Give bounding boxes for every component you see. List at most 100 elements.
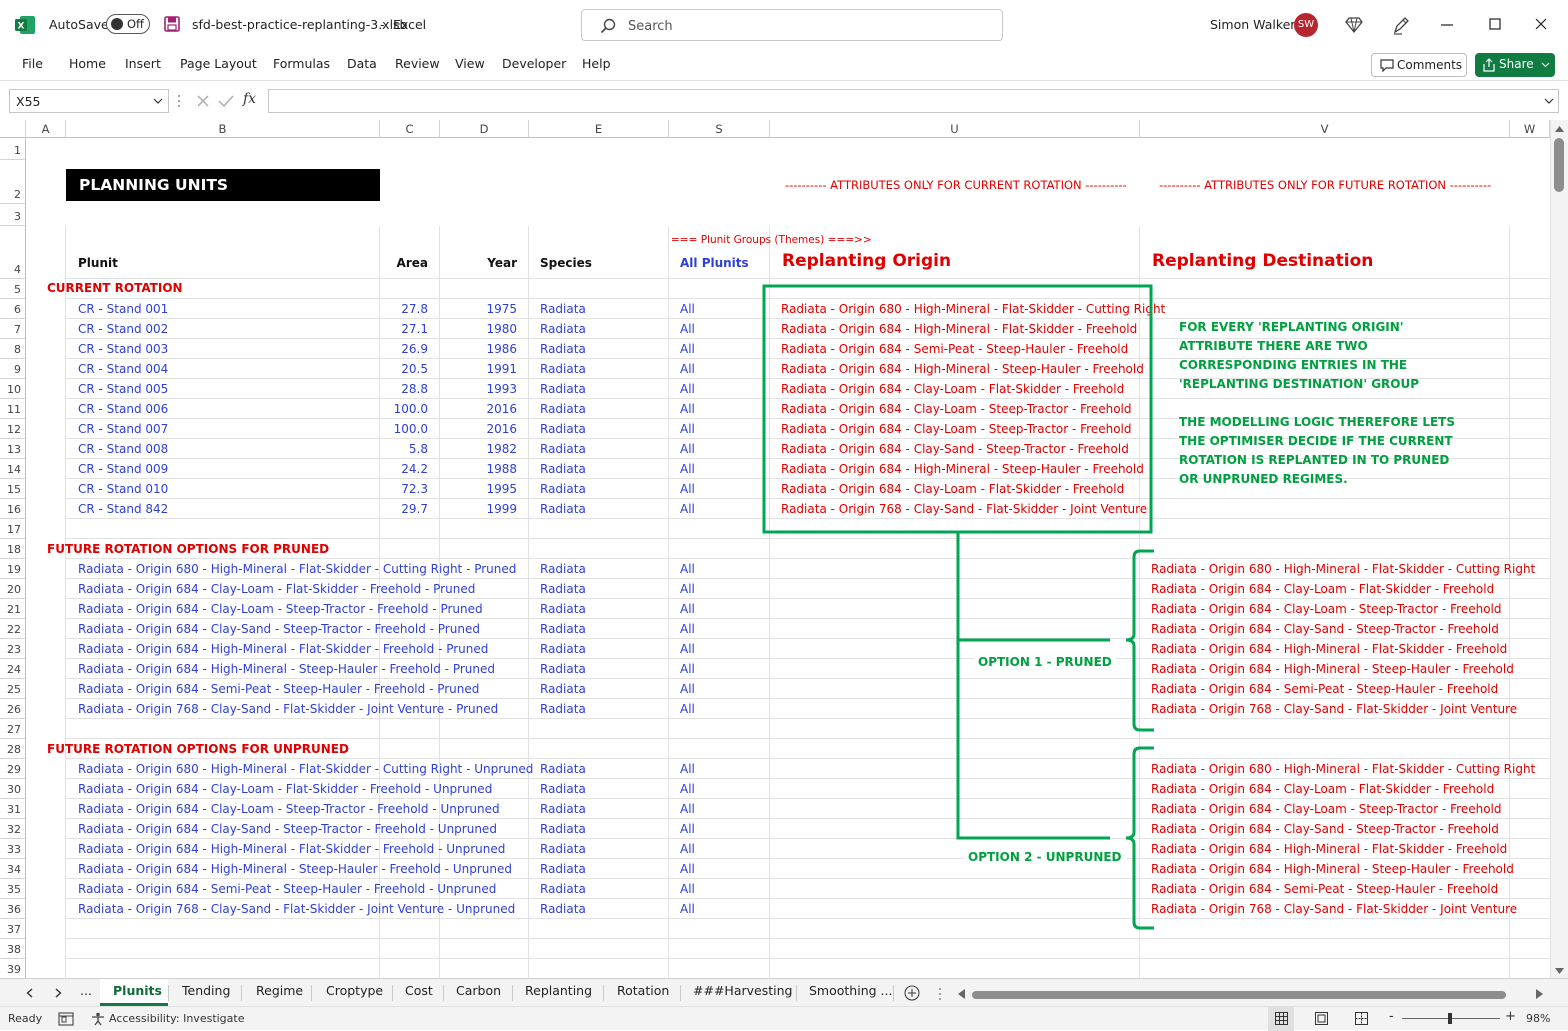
vertical-scrollbar[interactable]: [1550, 120, 1568, 978]
svg-text:X: X: [18, 22, 25, 32]
chevron-down-icon[interactable]: [1544, 98, 1554, 105]
avatar[interactable]: SW: [1294, 13, 1318, 37]
tab-prev-icon[interactable]: [26, 988, 33, 998]
sheet-tab-tending[interactable]: Tending: [182, 983, 230, 998]
search-box[interactable]: [581, 9, 1003, 41]
pen-icon[interactable]: [1392, 15, 1410, 35]
title-bar: X AutoSave Off sfd-best-practice-replant…: [0, 0, 1568, 50]
toggle-knob: [111, 18, 123, 30]
user-name: Simon Walker: [1210, 17, 1296, 32]
share-icon: [1483, 58, 1495, 72]
tab-separator: [680, 985, 681, 1001]
sheet-tab-replanting[interactable]: Replanting: [525, 983, 592, 998]
worksheet-grid[interactable]: ABCDESUVW 1 2 3 4 5 6 7 8 9 10 11 12 13 14 15 16 17 18 19 2…: [0, 120, 1550, 978]
tab-page-layout[interactable]: Page Layout: [180, 56, 257, 71]
accessibility-icon[interactable]: [91, 1012, 105, 1026]
tab-view[interactable]: View: [455, 56, 485, 71]
maximize-icon[interactable]: [1489, 18, 1501, 30]
origin-highlight-box: [762, 284, 1153, 534]
pruned-brace: [1125, 549, 1154, 732]
app-name: Excel: [393, 17, 427, 32]
tab-formulas[interactable]: Formulas: [273, 56, 330, 71]
tab-separator: [311, 985, 312, 1001]
tab-overflow[interactable]: ...: [80, 983, 92, 998]
autosave-toggle[interactable]: Off: [106, 14, 150, 34]
scroll-up-icon[interactable]: [1555, 126, 1564, 132]
ribbon-tabs: File Home Insert Page Layout Formulas Da…: [0, 50, 1568, 80]
formula-input[interactable]: [268, 89, 1559, 113]
autosave-state: Off: [127, 17, 144, 31]
page-layout-icon[interactable]: [1315, 1012, 1328, 1025]
drag-handle-icon[interactable]: [176, 93, 182, 109]
zoom-slider-thumb[interactable]: [1448, 1013, 1453, 1024]
search-input[interactable]: [628, 16, 988, 36]
search-icon: [600, 18, 616, 34]
add-sheet-icon[interactable]: [904, 985, 920, 1001]
enter-icon[interactable]: [218, 94, 234, 108]
page-break-icon[interactable]: [1355, 1012, 1368, 1025]
chevron-down-icon[interactable]: [1541, 62, 1550, 68]
comment-icon: [1380, 59, 1394, 72]
sheet-tab-cost[interactable]: Cost: [405, 983, 433, 998]
share-label: Share: [1499, 57, 1534, 71]
tab-separator: [443, 985, 444, 1001]
autosave-label: AutoSave: [49, 17, 109, 32]
diamond-icon[interactable]: [1345, 16, 1363, 34]
minimize-icon[interactable]: [1440, 20, 1454, 30]
status-bar: Ready Accessibility: Investigate - + 98%: [0, 1006, 1568, 1031]
cancel-icon[interactable]: [196, 94, 210, 108]
tab-next-icon[interactable]: [55, 988, 62, 998]
sheet-tab-regime[interactable]: Regime: [256, 983, 303, 998]
comments-button[interactable]: Comments: [1371, 53, 1467, 77]
sheet-tab-smoothing[interactable]: Smoothing ...: [809, 983, 892, 998]
comments-label: Comments: [1397, 58, 1463, 72]
name-box[interactable]: [9, 89, 169, 113]
sheet-tab-harvesting[interactable]: ###Harvesting: [693, 983, 792, 998]
drag-handle-icon[interactable]: [938, 987, 942, 1001]
normal-view-icon[interactable]: [1275, 1012, 1288, 1025]
status-accessibility[interactable]: Accessibility: Investigate: [109, 1012, 245, 1025]
horizontal-scrollbar[interactable]: [958, 988, 1548, 1000]
scroll-left-icon[interactable]: [958, 989, 965, 999]
tab-separator: [241, 985, 242, 1001]
tab-separator: [168, 985, 169, 1001]
sheet-tab-plunits[interactable]: Plunits: [113, 983, 162, 998]
scroll-thumb[interactable]: [1554, 138, 1564, 192]
tab-home[interactable]: Home: [69, 56, 106, 71]
scroll-down-icon[interactable]: [1555, 968, 1564, 974]
tab-separator: [392, 985, 393, 1001]
name-box-input[interactable]: [16, 93, 146, 110]
fx-icon[interactable]: fx: [243, 91, 256, 107]
sheet-tab-rotation[interactable]: Rotation: [617, 983, 669, 998]
tab-help[interactable]: Help: [582, 56, 611, 71]
tab-separator: [512, 985, 513, 1001]
sheet-tab-croptype[interactable]: Croptype: [326, 983, 383, 998]
option1-label: OPTION 1 - PRUNED: [974, 652, 1116, 672]
option-connector-line: [956, 532, 1110, 840]
close-icon[interactable]: [1535, 18, 1547, 30]
tab-developer[interactable]: Developer: [502, 56, 566, 71]
sheet-tab-carbon[interactable]: Carbon: [456, 983, 501, 998]
zoom-level[interactable]: 98%: [1526, 1012, 1550, 1025]
scroll-right-icon[interactable]: [1536, 989, 1543, 999]
formula-bar: fx: [0, 80, 1568, 120]
sheet-tab-bar: ... Plunits Tending Regime Croptype Cost…: [0, 978, 1568, 1006]
macro-record-icon[interactable]: [58, 1012, 74, 1026]
status-ready: Ready: [8, 1012, 43, 1025]
connector-diagram: [762, 284, 1154, 930]
save-icon[interactable]: [164, 16, 180, 32]
tab-insert[interactable]: Insert: [125, 56, 161, 71]
tab-separator: [893, 985, 894, 1001]
scroll-thumb[interactable]: [972, 991, 1506, 999]
tab-review[interactable]: Review: [395, 56, 440, 71]
file-name: sfd-best-practice-replanting-3.xlsb: [192, 17, 408, 32]
zoom-out-icon[interactable]: -: [1389, 1009, 1394, 1024]
option2-label: OPTION 2 - UNPRUNED: [964, 847, 1126, 867]
zoom-in-icon[interactable]: +: [1505, 1009, 1516, 1024]
tab-separator: [796, 985, 797, 1001]
share-button[interactable]: Share: [1475, 53, 1555, 77]
title-separator: -: [380, 17, 385, 32]
chevron-down-icon[interactable]: [153, 98, 163, 105]
tab-file[interactable]: File: [22, 56, 43, 71]
tab-data[interactable]: Data: [347, 56, 377, 71]
